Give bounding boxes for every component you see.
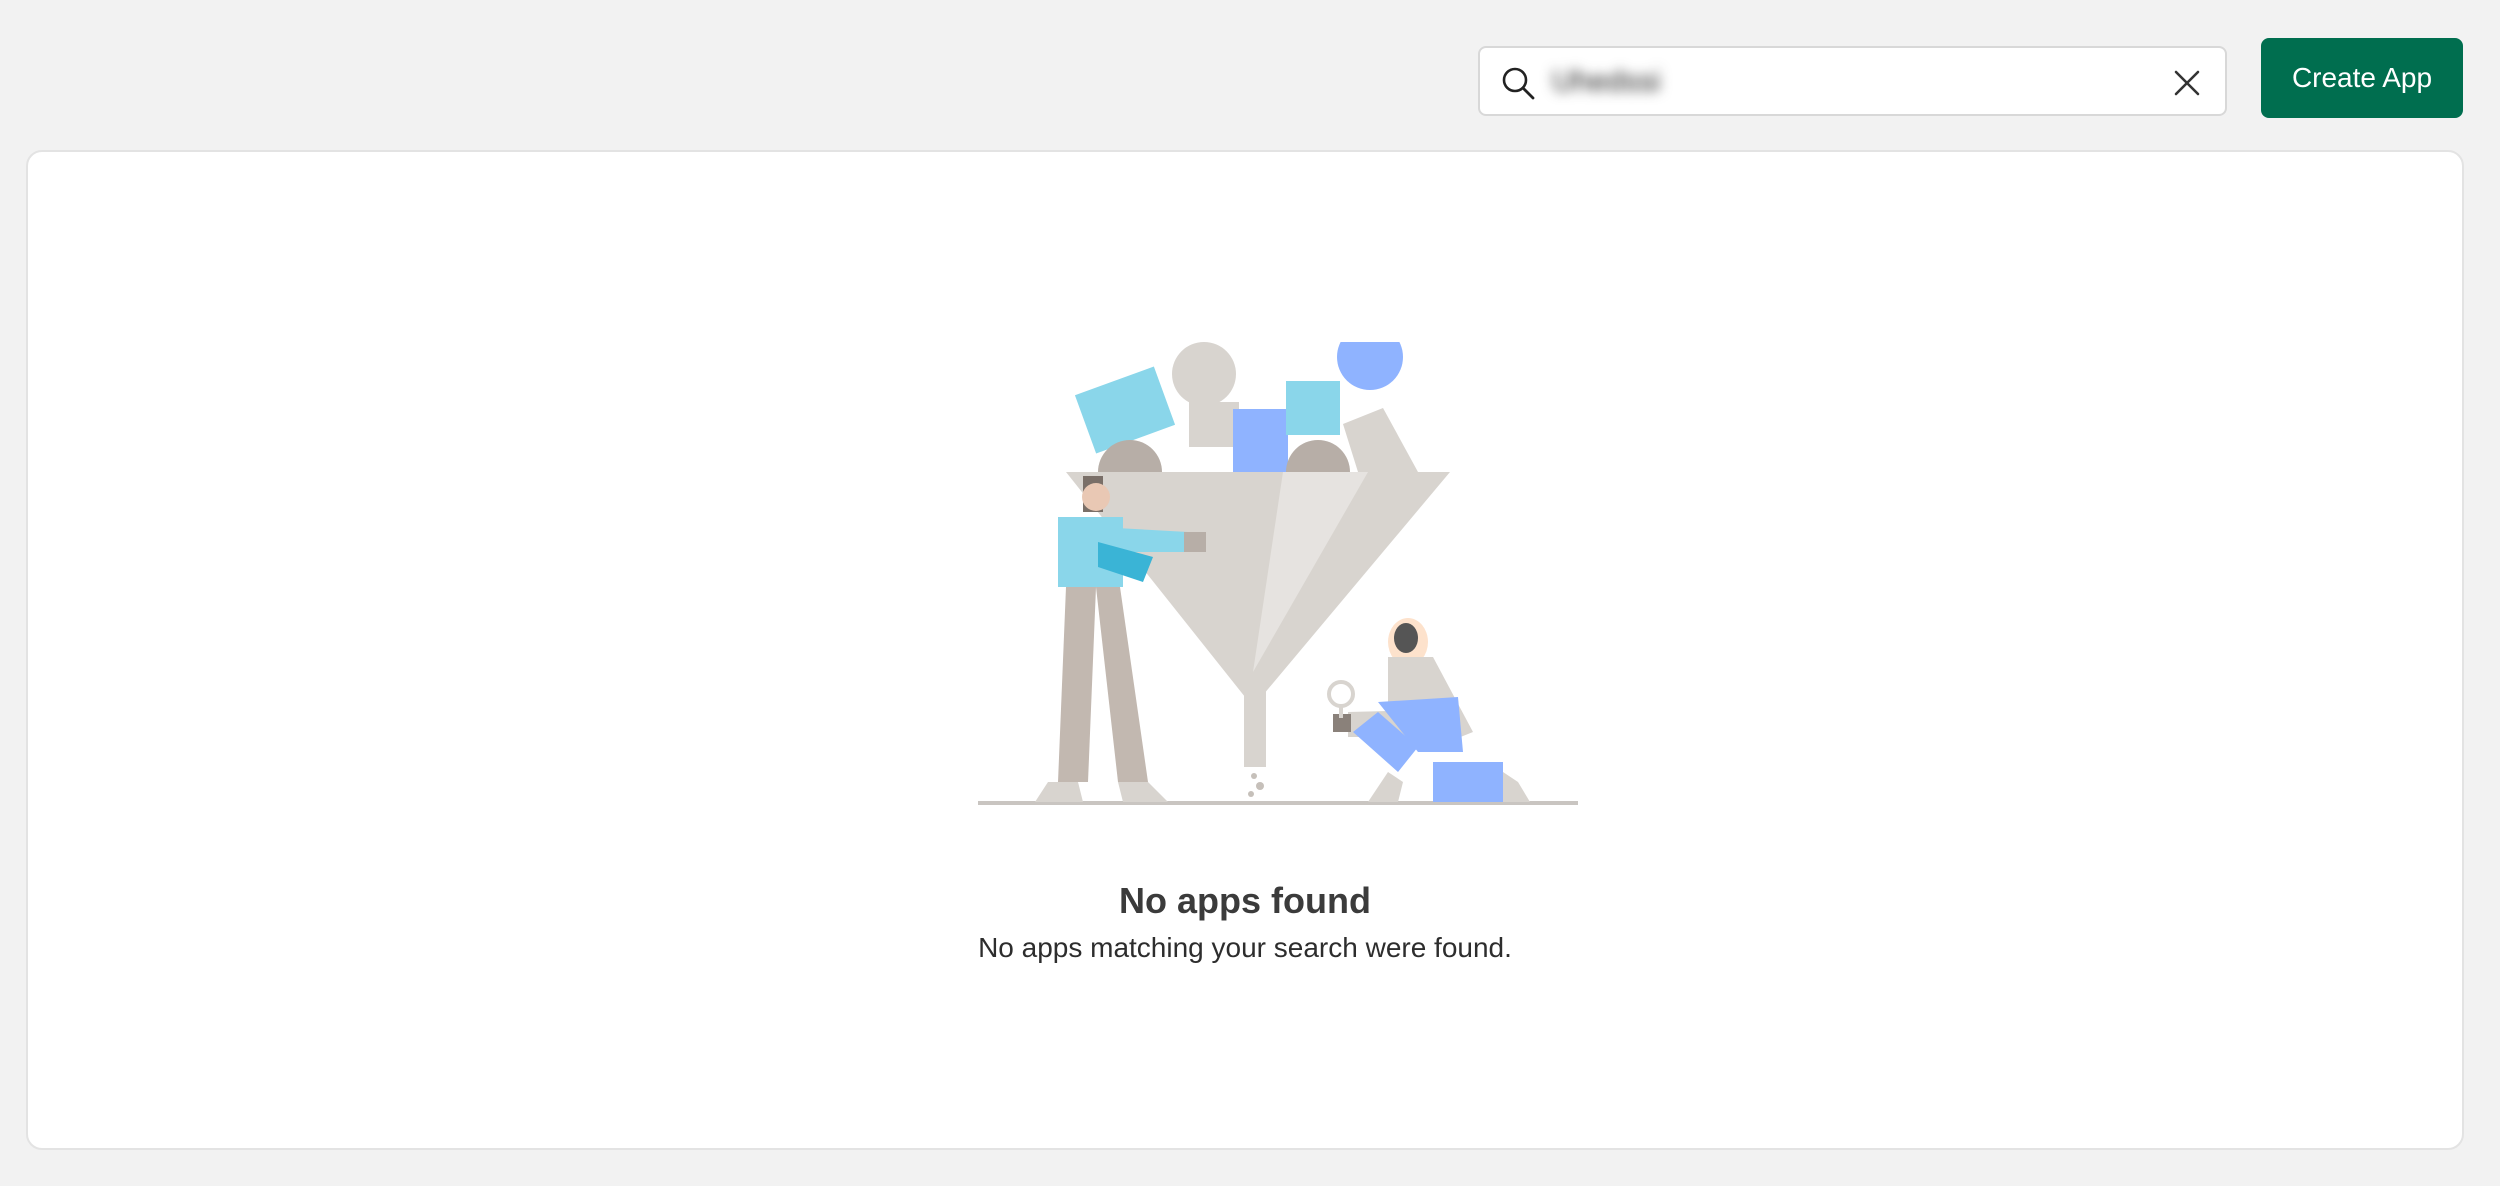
top-toolbar: Create App xyxy=(0,0,2500,150)
empty-state-description: No apps matching your search were found. xyxy=(978,932,1512,963)
empty-state-title: No apps found xyxy=(1119,880,1371,921)
search-input[interactable] xyxy=(1550,56,2134,108)
empty-state-funnel-illustration xyxy=(978,342,1578,805)
search-icon xyxy=(1502,67,1535,100)
apps-results-card: No apps found No apps matching your sear… xyxy=(26,150,2464,1150)
create-app-button[interactable]: Create App xyxy=(2261,38,2463,118)
clear-search-icon[interactable] xyxy=(2169,65,2205,101)
search-bar[interactable] xyxy=(1478,46,2227,116)
